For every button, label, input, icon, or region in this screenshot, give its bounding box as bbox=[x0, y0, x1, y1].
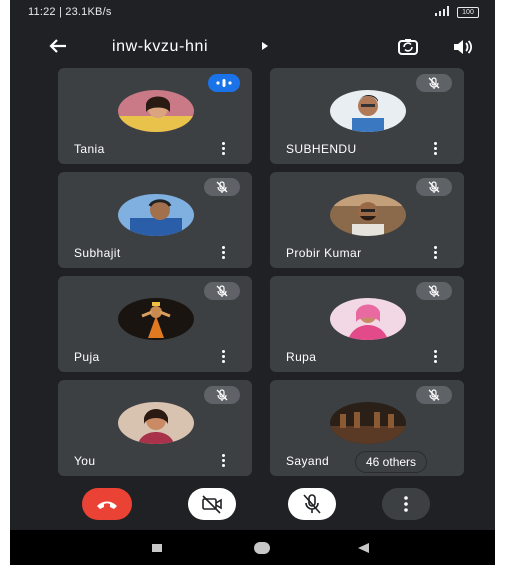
status-icons: 100 bbox=[435, 6, 479, 19]
signal-icon bbox=[435, 6, 451, 19]
speaking-indicator-icon bbox=[208, 74, 240, 92]
participant-name: Puja bbox=[74, 350, 100, 364]
mic-muted-icon bbox=[204, 386, 240, 404]
camera-toggle-button[interactable] bbox=[188, 488, 236, 520]
speaker-icon[interactable] bbox=[450, 35, 474, 59]
avatar bbox=[330, 402, 406, 444]
participant-name: Probir Kumar bbox=[286, 246, 362, 260]
avatar bbox=[118, 194, 194, 236]
end-call-icon bbox=[97, 501, 117, 509]
participant-name: SUBHENDU bbox=[286, 142, 357, 156]
avatar bbox=[118, 402, 194, 444]
participant-name: Sayand bbox=[286, 454, 330, 468]
participant-more-options-icon[interactable] bbox=[434, 142, 438, 156]
avatar bbox=[118, 298, 194, 340]
participant-tile[interactable]: Probir Kumar bbox=[270, 172, 464, 268]
more-options-icon bbox=[404, 496, 408, 512]
participant-name: You bbox=[74, 454, 96, 468]
avatar bbox=[330, 298, 406, 340]
mic-muted-icon bbox=[416, 386, 452, 404]
avatar bbox=[330, 90, 406, 132]
mic-muted-icon bbox=[204, 178, 240, 196]
mic-muted-icon bbox=[416, 74, 452, 92]
system-nav-bar bbox=[10, 530, 495, 565]
participant-more-options-icon[interactable] bbox=[222, 246, 226, 260]
avatar bbox=[118, 90, 194, 132]
participant-more-options-icon[interactable] bbox=[222, 142, 226, 156]
battery-icon: 100 bbox=[457, 7, 479, 18]
participant-tile[interactable]: You bbox=[58, 380, 252, 476]
phone-screen: 11:22 | 23.1KB/s 100 inw-kvzu-hni Tania bbox=[10, 0, 495, 565]
mic-off-icon bbox=[303, 494, 321, 514]
recent-apps-icon[interactable] bbox=[152, 544, 162, 552]
end-call-button[interactable] bbox=[82, 488, 132, 520]
meeting-code[interactable]: inw-kvzu-hni bbox=[112, 38, 208, 56]
meeting-details-caret-icon[interactable] bbox=[262, 42, 268, 50]
others-count-badge[interactable]: 46 others bbox=[356, 452, 427, 472]
participant-name: Subhajit bbox=[74, 246, 121, 260]
status-bar: 11:22 | 23.1KB/s 100 bbox=[10, 0, 495, 26]
avatar bbox=[330, 194, 406, 236]
back-icon[interactable] bbox=[358, 543, 369, 553]
more-options-button[interactable] bbox=[382, 488, 430, 520]
mic-toggle-button[interactable] bbox=[288, 488, 336, 520]
participant-name: Tania bbox=[74, 142, 105, 156]
camera-off-icon bbox=[202, 495, 222, 514]
participant-tile[interactable]: SUBHENDU bbox=[270, 68, 464, 164]
participant-more-options-icon[interactable] bbox=[222, 454, 226, 468]
mic-muted-icon bbox=[416, 282, 452, 300]
participant-tile[interactable]: Tania bbox=[58, 68, 252, 164]
participant-tile[interactable]: Puja bbox=[58, 276, 252, 372]
participant-name: Rupa bbox=[286, 350, 317, 364]
mic-muted-icon bbox=[204, 282, 240, 300]
back-arrow-icon[interactable] bbox=[46, 34, 70, 58]
status-time: 11:22 | 23.1KB/s bbox=[28, 6, 112, 18]
participant-tile[interactable]: Rupa bbox=[270, 276, 464, 372]
participant-more-options-icon[interactable] bbox=[222, 350, 226, 364]
home-icon[interactable] bbox=[254, 542, 270, 554]
mic-muted-icon bbox=[416, 178, 452, 196]
switch-camera-icon[interactable] bbox=[396, 35, 420, 59]
participant-tile[interactable]: Subhajit bbox=[58, 172, 252, 268]
participant-more-options-icon[interactable] bbox=[434, 350, 438, 364]
participant-tile[interactable]: Sayand 46 others bbox=[270, 380, 464, 476]
meeting-header: inw-kvzu-hni bbox=[10, 30, 495, 64]
participant-more-options-icon[interactable] bbox=[434, 246, 438, 260]
